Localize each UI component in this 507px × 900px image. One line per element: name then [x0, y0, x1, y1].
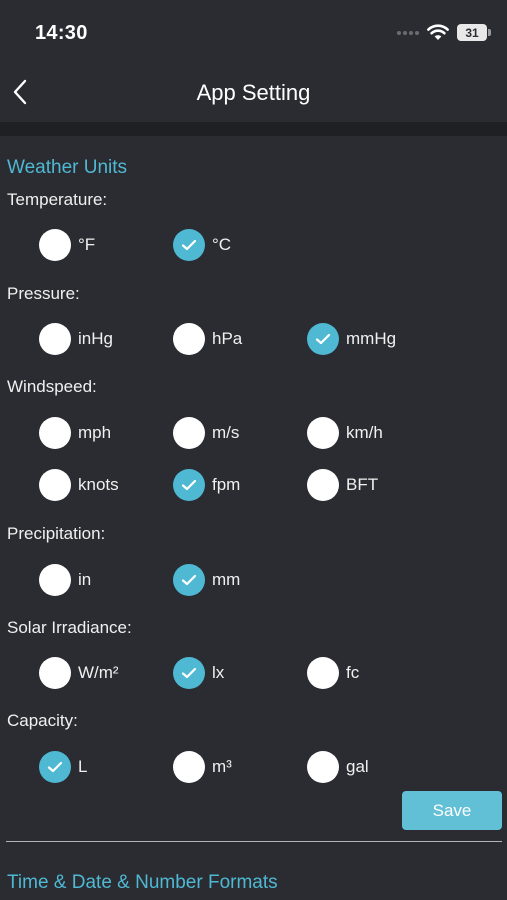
radio-circle[interactable] [173, 751, 205, 783]
section-title-weather-units: Weather Units [7, 157, 128, 178]
radio-option-gallons[interactable]: gal [307, 751, 369, 783]
group-label-pressure: Pressure: [7, 284, 80, 303]
option-label: km/h [346, 423, 383, 442]
check-icon [181, 574, 197, 586]
radio-option-bft[interactable]: BFT [307, 469, 378, 501]
nav-bar: App Setting [0, 62, 507, 122]
radio-circle[interactable] [307, 657, 339, 689]
radio-circle[interactable] [39, 564, 71, 596]
radio-circle[interactable] [173, 564, 205, 596]
radio-circle[interactable] [39, 323, 71, 355]
page-title: App Setting [196, 80, 311, 105]
option-label: BFT [346, 475, 379, 494]
radio-circle[interactable] [39, 469, 71, 501]
group-label-solar-irradiance: Solar Irradiance: [7, 618, 132, 637]
option-label: °C [212, 235, 232, 254]
group-label-precipitation: Precipitation: [7, 524, 106, 543]
option-label: knots [78, 475, 119, 494]
option-label: °F [78, 235, 96, 254]
radio-option-liters[interactable]: L [39, 751, 87, 783]
check-icon [181, 667, 197, 679]
radio-option-mmhg[interactable]: mmHg [307, 323, 396, 355]
radio-circle[interactable] [39, 751, 71, 783]
option-label: mm [212, 570, 241, 589]
option-label: L [78, 757, 88, 776]
radio-option-fc[interactable]: fc [307, 657, 359, 689]
radio-option-hpa[interactable]: hPa [173, 323, 242, 355]
radio-option-mm[interactable]: mm [173, 564, 240, 596]
check-icon [181, 239, 197, 251]
option-label: m³ [212, 757, 232, 776]
option-label: mmHg [346, 329, 397, 348]
option-label: inHg [78, 329, 113, 348]
radio-option-in[interactable]: in [39, 564, 91, 596]
section-title-time-date-number-formats: Time & Date & Number Formats [7, 872, 278, 893]
radio-circle[interactable] [173, 417, 205, 449]
check-icon [47, 761, 63, 773]
radio-option-mph[interactable]: mph [39, 417, 111, 449]
radio-option-w-per-m2[interactable]: W/m² [39, 657, 119, 689]
option-label: W/m² [78, 663, 119, 682]
radio-circle[interactable] [39, 657, 71, 689]
radio-circle[interactable] [307, 417, 339, 449]
radio-circle[interactable] [307, 751, 339, 783]
radio-circle[interactable] [173, 229, 205, 261]
cellular-signal-icon [397, 31, 419, 35]
option-label: in [78, 570, 92, 589]
radio-circle[interactable] [173, 657, 205, 689]
option-label: lx [212, 663, 225, 682]
section-divider [6, 841, 502, 842]
radio-option-cubic-meters[interactable]: m³ [173, 751, 232, 783]
option-label: mph [78, 423, 112, 442]
radio-circle[interactable] [307, 469, 339, 501]
radio-option-m-per-s[interactable]: m/s [173, 417, 239, 449]
group-label-temperature: Temperature: [7, 190, 108, 209]
wifi-icon [427, 24, 449, 40]
status-bar: 14:30 31 [0, 0, 507, 62]
radio-option-km-per-h[interactable]: km/h [307, 417, 383, 449]
radio-circle[interactable] [307, 323, 339, 355]
radio-option-celsius[interactable]: °C [173, 229, 231, 261]
save-button[interactable]: Save [402, 791, 502, 830]
check-icon [181, 479, 197, 491]
option-label: fpm [212, 475, 241, 494]
radio-circle[interactable] [173, 323, 205, 355]
radio-circle[interactable] [39, 417, 71, 449]
option-label: m/s [212, 423, 240, 442]
option-label: hPa [212, 329, 243, 348]
option-label: fc [346, 663, 360, 682]
group-label-capacity: Capacity: [7, 711, 78, 730]
radio-circle[interactable] [173, 469, 205, 501]
radio-option-fahrenheit[interactable]: °F [39, 229, 95, 261]
radio-option-fpm[interactable]: fpm [173, 469, 240, 501]
radio-option-inhg[interactable]: inHg [39, 323, 113, 355]
battery-icon: 31 [457, 24, 491, 41]
app-setting-screen: 14:30 31 App Setting Weather Units Tempe… [0, 0, 507, 900]
option-label: gal [346, 757, 369, 776]
radio-circle[interactable] [39, 229, 71, 261]
battery-level: 31 [457, 24, 487, 41]
header-divider [0, 122, 507, 136]
group-label-windspeed: Windspeed: [7, 377, 97, 396]
check-icon [315, 333, 331, 345]
status-time: 14:30 [35, 22, 88, 44]
radio-option-knots[interactable]: knots [39, 469, 119, 501]
radio-option-lx[interactable]: lx [173, 657, 224, 689]
